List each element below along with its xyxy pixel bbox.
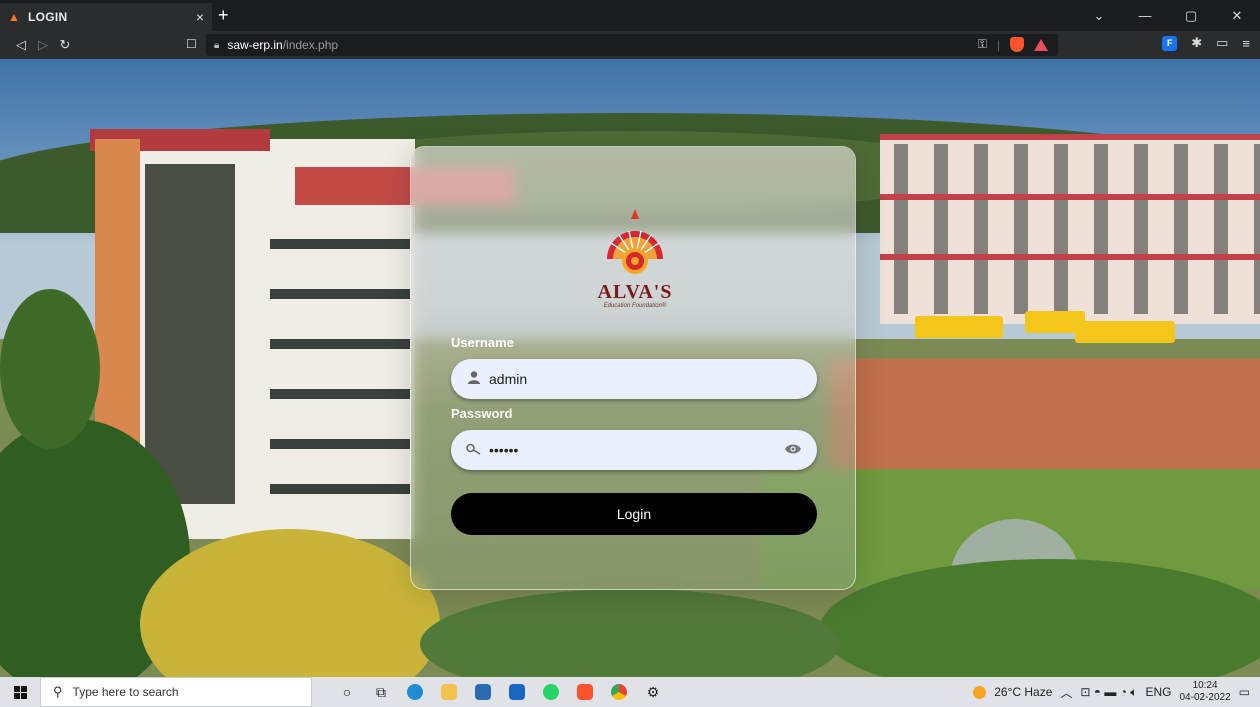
- background-bus: [1075, 321, 1175, 343]
- reload-icon[interactable]: ↻: [54, 37, 76, 53]
- search-icon: ⚲: [53, 684, 63, 699]
- background-building-right: [880, 134, 1260, 324]
- logo-subtitle: Education Foundation®: [603, 303, 667, 309]
- key-search-icon: [465, 442, 483, 458]
- taskbar-search[interactable]: ⚲ Type here to search: [40, 677, 312, 707]
- brave-icon[interactable]: [568, 677, 602, 707]
- weather-text[interactable]: 26°C Haze: [994, 685, 1052, 699]
- login-button[interactable]: Login: [451, 493, 817, 535]
- clock-time: 10:24: [1192, 680, 1218, 691]
- new-tab-button[interactable]: +: [218, 5, 229, 26]
- logo-title: ALVA'S: [597, 281, 673, 303]
- windows-taskbar: ⚲ Type here to search ○ ⧉ ⚙ 26°C Haze ︿ …: [0, 677, 1260, 707]
- login-page: ALVA'S Education Foundation® Username ad…: [0, 59, 1260, 677]
- maximize-button[interactable]: ▢: [1168, 0, 1214, 31]
- brave-favicon-icon: ▲: [8, 10, 20, 24]
- divider: |: [996, 37, 1000, 52]
- tray-icons[interactable]: ⊡ ◓ ▬ ◔ 🔈︎: [1080, 685, 1137, 700]
- background-bus: [915, 316, 1003, 338]
- search-placeholder: Type here to search: [72, 685, 179, 699]
- eye-icon[interactable]: [783, 442, 803, 458]
- bookmark-icon[interactable]: ☐: [186, 37, 197, 51]
- close-window-button[interactable]: ✕: [1214, 0, 1260, 31]
- store-icon[interactable]: [466, 677, 500, 707]
- weather-icon: [973, 685, 987, 699]
- notification-icon[interactable]: ▭: [1239, 685, 1250, 699]
- system-tray: 26°C Haze ︿ ⊡ ◓ ▬ ◔ 🔈︎ ENG 10:24 04-02-2…: [973, 677, 1260, 707]
- start-button[interactable]: [0, 677, 40, 707]
- password-value: ••••••: [489, 442, 519, 458]
- language-indicator[interactable]: ENG: [1145, 685, 1171, 699]
- password-label: Password: [451, 406, 513, 421]
- back-icon[interactable]: ◁: [10, 37, 32, 53]
- lock-icon: 🔒︎: [214, 39, 220, 51]
- window-controls: ⌄ — ▢ ✕: [1076, 0, 1260, 31]
- clock-date: 04-02-2022: [1179, 692, 1231, 703]
- username-label: Username: [451, 335, 514, 350]
- mail-icon[interactable]: [500, 677, 534, 707]
- wallet-icon[interactable]: ▭: [1216, 35, 1228, 51]
- puzzle-icon[interactable]: ✱: [1191, 35, 1202, 51]
- chrome-icon[interactable]: [602, 677, 636, 707]
- url-path: /index.php: [282, 38, 339, 52]
- whatsapp-icon[interactable]: [534, 677, 568, 707]
- background-tree: [0, 289, 100, 449]
- clock[interactable]: 10:24 04-02-2022: [1180, 680, 1231, 704]
- brave-shield-icon[interactable]: [1010, 37, 1024, 52]
- file-explorer-icon[interactable]: [432, 677, 466, 707]
- extensions-area: F ✱ ▭ ≡: [1162, 35, 1250, 51]
- edge-icon[interactable]: [398, 677, 432, 707]
- extension-icon[interactable]: F: [1162, 35, 1178, 51]
- background-field: [830, 359, 1260, 469]
- username-value: admin: [489, 371, 528, 387]
- windows-icon: [13, 685, 27, 699]
- url-host: saw-erp.in: [227, 38, 283, 52]
- user-icon: [465, 371, 483, 387]
- alvas-logo: ALVA'S Education Foundation®: [589, 209, 681, 309]
- address-bar[interactable]: 🔒︎ saw-erp.in /index.php ⚿ |: [206, 34, 1058, 56]
- alvas-emblem-icon: [607, 209, 663, 274]
- username-field[interactable]: admin: [451, 359, 817, 399]
- tab-close-button[interactable]: ×: [196, 9, 204, 25]
- tab-title: LOGIN: [28, 10, 68, 24]
- taskbar-apps: ○ ⧉ ⚙: [330, 677, 670, 707]
- tab-login[interactable]: ▲ LOGIN ×: [0, 3, 212, 31]
- tab-search-button[interactable]: ⌄: [1076, 0, 1122, 31]
- browser-tab-bar: ▲ LOGIN × + ⌄ — ▢ ✕: [0, 0, 1260, 31]
- browser-toolbar: ◁ ▷ ↻ ☐ 🔒︎ saw-erp.in /index.php ⚿ | F ✱…: [0, 31, 1260, 59]
- address-bar-actions: ⚿ |: [978, 37, 1048, 52]
- task-view-icon[interactable]: ⧉: [364, 677, 398, 707]
- login-card: ALVA'S Education Foundation® Username ad…: [410, 146, 856, 590]
- settings-icon[interactable]: ⚙: [636, 677, 670, 707]
- password-field[interactable]: ••••••: [451, 430, 817, 470]
- minimize-button[interactable]: —: [1122, 0, 1168, 31]
- key-icon[interactable]: ⚿: [978, 37, 987, 52]
- brave-rewards-icon[interactable]: [1034, 38, 1048, 51]
- menu-icon[interactable]: ≡: [1242, 36, 1250, 51]
- chevron-up-icon[interactable]: ︿: [1060, 684, 1072, 701]
- forward-icon[interactable]: ▷: [32, 37, 54, 53]
- cortana-icon[interactable]: ○: [330, 677, 364, 707]
